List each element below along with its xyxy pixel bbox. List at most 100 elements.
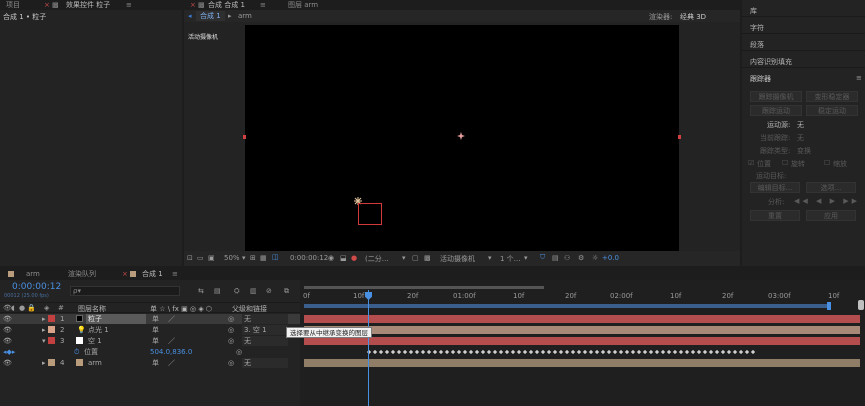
pickwhip-icon[interactable]: ◎ [228,325,234,335]
layer-row-1[interactable]: 👁 ▸ 1 粒子 单 ／ ◎ 无 [0,314,300,324]
snapshot-icon[interactable]: ⬓ [340,254,347,262]
layer-name[interactable]: 粒子 [86,314,146,324]
viewer-canvas[interactable] [243,25,681,251]
tab-render-queue[interactable]: 渲染队列 [68,269,96,279]
options-button[interactable]: 选项... [806,182,856,193]
timeline-timecode[interactable]: 0:00:00:12 [12,282,61,292]
checkbox-position[interactable]: ☑ [748,159,754,167]
panel-item-paragraph[interactable]: 段落 [742,37,865,51]
layer-name[interactable]: arm [88,358,102,368]
layer-bar-2[interactable] [304,326,860,334]
draft-3d-icon[interactable]: ▤ [552,254,559,262]
eye-icon[interactable]: 👁 [3,336,12,346]
grid-icon[interactable]: ▦ [260,254,267,262]
lock-icon[interactable]: ▩ [198,0,205,10]
pickwhip-icon[interactable]: ◎ [228,336,234,346]
draft-3d-icon[interactable]: ▤ [214,287,221,295]
stopwatch-icon[interactable]: ⏱ [74,347,79,357]
switch-shy-icon[interactable]: 单 [152,358,159,368]
menu-icon[interactable]: ≡ [856,74,862,82]
footer-timecode[interactable]: 0:00:00:12 [290,254,328,262]
layer-bar-1[interactable] [304,315,860,323]
switch-shy-icon[interactable]: 单 [152,314,159,324]
layer-row-3[interactable]: 👁 ▾ 3 空 1 单 ／ ◎ 无 [0,336,300,346]
monitor-icon[interactable]: ▣ [208,254,215,262]
panel-item-character[interactable]: 字符 [742,20,865,34]
lock-icon[interactable]: ▩ [52,0,59,10]
pickwhip-icon[interactable]: ◎ [228,358,234,368]
zoom-select[interactable]: 50% [224,254,240,262]
work-area-bar[interactable] [304,304,830,308]
network-icon[interactable]: ⚙ [578,254,584,262]
always-preview-icon[interactable]: ⊡ [187,254,193,262]
chevron-down-icon[interactable]: ▾ [242,254,246,262]
switch-quality-icon[interactable]: ／ [168,314,175,324]
subtab-arm[interactable]: arm [238,12,252,20]
current-time-indicator[interactable] [368,290,369,406]
pickwhip-icon[interactable]: ◎ [228,314,234,324]
header-parent[interactable]: 父级和链接 [232,304,267,314]
chevron-down-icon[interactable]: ▾ [488,254,492,262]
time-ruler[interactable]: 0f 10f 20f 01:00f 10f 20f 02:00f 10f 20f… [300,291,865,303]
switch-quality-icon[interactable]: ／ [168,358,175,368]
flowchart-icon[interactable]: ⚇ [564,254,570,262]
camera-icon[interactable]: ◉ [328,254,334,262]
tab-comp1[interactable]: 合成 1 [142,269,163,279]
warp-stabilizer-button[interactable]: 变形稳定器 [806,91,858,102]
graph-editor-icon[interactable]: ⧉ [284,287,289,296]
motion-blur-icon[interactable]: ⊘ [266,287,272,295]
panel-item-library[interactable]: 库 [742,3,865,17]
apply-button[interactable]: 应用 [806,210,856,221]
parent-select[interactable]: 无 [242,314,288,324]
label-color[interactable] [48,337,55,344]
transparency-icon[interactable]: ◫ [272,253,279,261]
work-area-end-handle[interactable] [827,302,831,310]
fast-preview-icon[interactable]: ⛉ [540,253,545,262]
view-select[interactable]: 活动摄像机 [440,254,475,264]
chevron-down-icon[interactable]: ▾ [42,336,46,346]
layer-handle-right[interactable] [678,135,681,139]
header-layer-name[interactable]: 图层名称 [78,304,106,314]
region-icon[interactable]: ⊞ [250,254,256,262]
edit-target-button[interactable]: 编辑目标... [750,182,800,193]
track-type-select[interactable]: 变换 [797,146,811,156]
parent-select[interactable]: 无 [242,358,288,368]
layer-name[interactable]: 点光 1 [88,325,109,335]
position-keyframes[interactable] [366,349,756,355]
checkbox-rotation[interactable]: ☐ [782,159,788,167]
layer-handle-left[interactable] [243,135,246,139]
guides-icon[interactable]: ▭ [197,254,204,262]
layer-search-input[interactable]: ρ▾ [70,286,180,296]
track-camera-button[interactable]: 跟踪摄像机 [750,91,802,102]
label-color[interactable] [48,326,55,333]
frame-blend-icon[interactable]: ▥ [250,287,257,295]
tab-arm[interactable]: arm [26,269,40,279]
stabilize-motion-button[interactable]: 稳定运动 [806,105,858,116]
chevron-left-icon[interactable]: ◂ [188,12,192,20]
pickwhip-icon[interactable]: ◎ [236,347,242,357]
views-layout-select[interactable]: 1 个… [500,254,521,264]
solo-icon[interactable]: ● [19,304,25,312]
label-color[interactable] [48,359,55,366]
exposure-value[interactable]: +0.0 [602,254,619,262]
tab-composition[interactable]: 合成 合成 1 [208,0,245,10]
analyze-controls-icon[interactable]: ◀◀ ◀ ▶ ▶▶ [794,197,860,205]
layer-name[interactable]: 空 1 [88,336,102,346]
timeline-tracks[interactable]: 0f 10f 20f 01:00f 10f 20f 02:00f 10f 20f… [300,280,865,406]
close-icon[interactable]: × [122,269,128,279]
eye-icon[interactable]: 👁 [3,325,12,335]
eye-icon[interactable]: 👁 [3,358,12,368]
channel-icon[interactable]: ● [351,254,357,262]
position-value[interactable]: 504.0,836.0 [150,347,192,357]
layer-row-2[interactable]: 👁 ▸ 2 💡 点光 1 单 ◎ 3. 空 1 [0,325,300,335]
panel-item-content-aware-fill[interactable]: 内容识别填充 [742,54,865,68]
switch-shy-icon[interactable]: 单 [152,336,159,346]
work-area-navigator[interactable] [304,286,544,289]
layer-bar-3[interactable] [304,337,860,345]
current-track-select[interactable]: 无 [797,133,804,143]
menu-icon[interactable]: ≡ [172,269,178,279]
parent-select[interactable]: 3. 空 1 [242,325,288,335]
zoom-slider-handle[interactable] [858,300,864,310]
exposure-icon[interactable]: ☼ [592,254,598,262]
chevron-right-icon[interactable]: ▸ [42,325,46,335]
